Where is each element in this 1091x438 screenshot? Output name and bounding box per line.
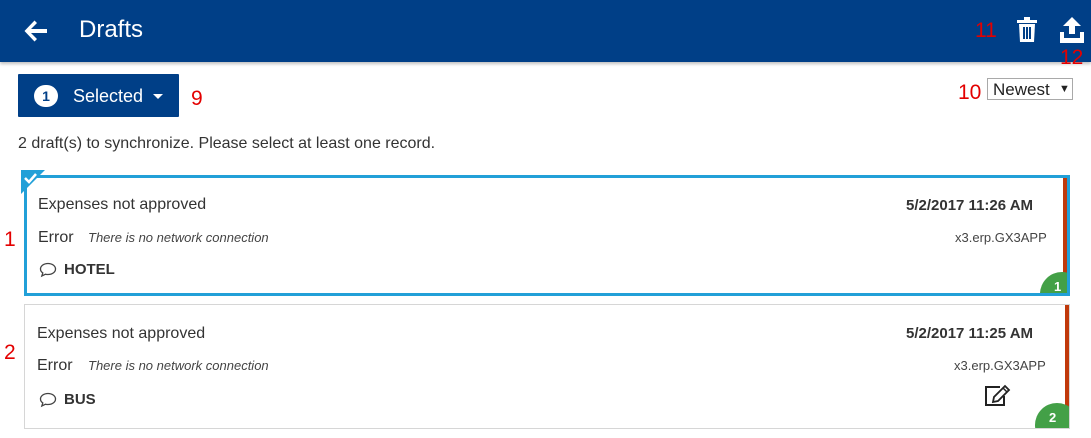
draft-message: There is no network connection — [88, 358, 269, 373]
draft-tag: HOTEL — [64, 261, 115, 278]
trash-icon[interactable] — [1015, 17, 1039, 43]
selected-dropdown-button[interactable]: 1 Selected — [18, 74, 179, 117]
selected-label: Selected — [73, 86, 144, 106]
sync-info-text: 2 draft(s) to synchronize. Please select… — [18, 135, 436, 152]
draft-title: Expenses not approved — [38, 196, 207, 213]
annotation-9: 9 — [191, 87, 203, 110]
draft-number-badge: 2 — [1035, 403, 1069, 428]
comment-icon — [39, 392, 57, 408]
selected-count-badge: 1 — [34, 85, 58, 107]
selected-check-icon — [21, 170, 45, 194]
draft-date: 5/2/2017 11:26 AM — [906, 197, 1034, 214]
draft-status: Error — [37, 357, 73, 374]
annotation-12: 12 — [1060, 46, 1084, 69]
draft-card[interactable]: Expenses not approved Error There is no … — [24, 175, 1070, 296]
draft-number: 2 — [1049, 410, 1057, 425]
page-title: Drafts — [79, 16, 144, 43]
sort-select[interactable]: Newest ▼ — [987, 78, 1073, 100]
draft-card[interactable]: Expenses not approved Error There is no … — [24, 304, 1070, 429]
draft-source: x3.erp.GX3APP — [954, 358, 1046, 373]
draft-date: 5/2/2017 11:25 AM — [906, 325, 1034, 342]
annotation-1: 1 — [4, 228, 16, 251]
draft-message: There is no network connection — [88, 230, 269, 245]
comment-icon — [39, 262, 57, 278]
edit-icon[interactable] — [983, 384, 1011, 408]
draft-number: 1 — [1054, 279, 1062, 294]
draft-source: x3.erp.GX3APP — [955, 230, 1047, 245]
annotation-10: 10 — [958, 81, 982, 104]
back-arrow-icon[interactable] — [22, 17, 50, 45]
draft-tag: BUS — [64, 391, 96, 408]
annotation-11: 11 — [975, 19, 997, 42]
upload-icon[interactable] — [1058, 16, 1086, 44]
draft-title: Expenses not approved — [37, 325, 206, 342]
sort-value: Newest — [993, 80, 1050, 99]
annotation-2: 2 — [4, 341, 16, 364]
dropdown-triangle-icon: ▼ — [1059, 83, 1070, 95]
caret-down-icon — [153, 94, 163, 99]
app-header: Drafts — [0, 0, 1091, 62]
draft-number-badge: 1 — [1040, 272, 1067, 294]
draft-status: Error — [38, 229, 74, 246]
